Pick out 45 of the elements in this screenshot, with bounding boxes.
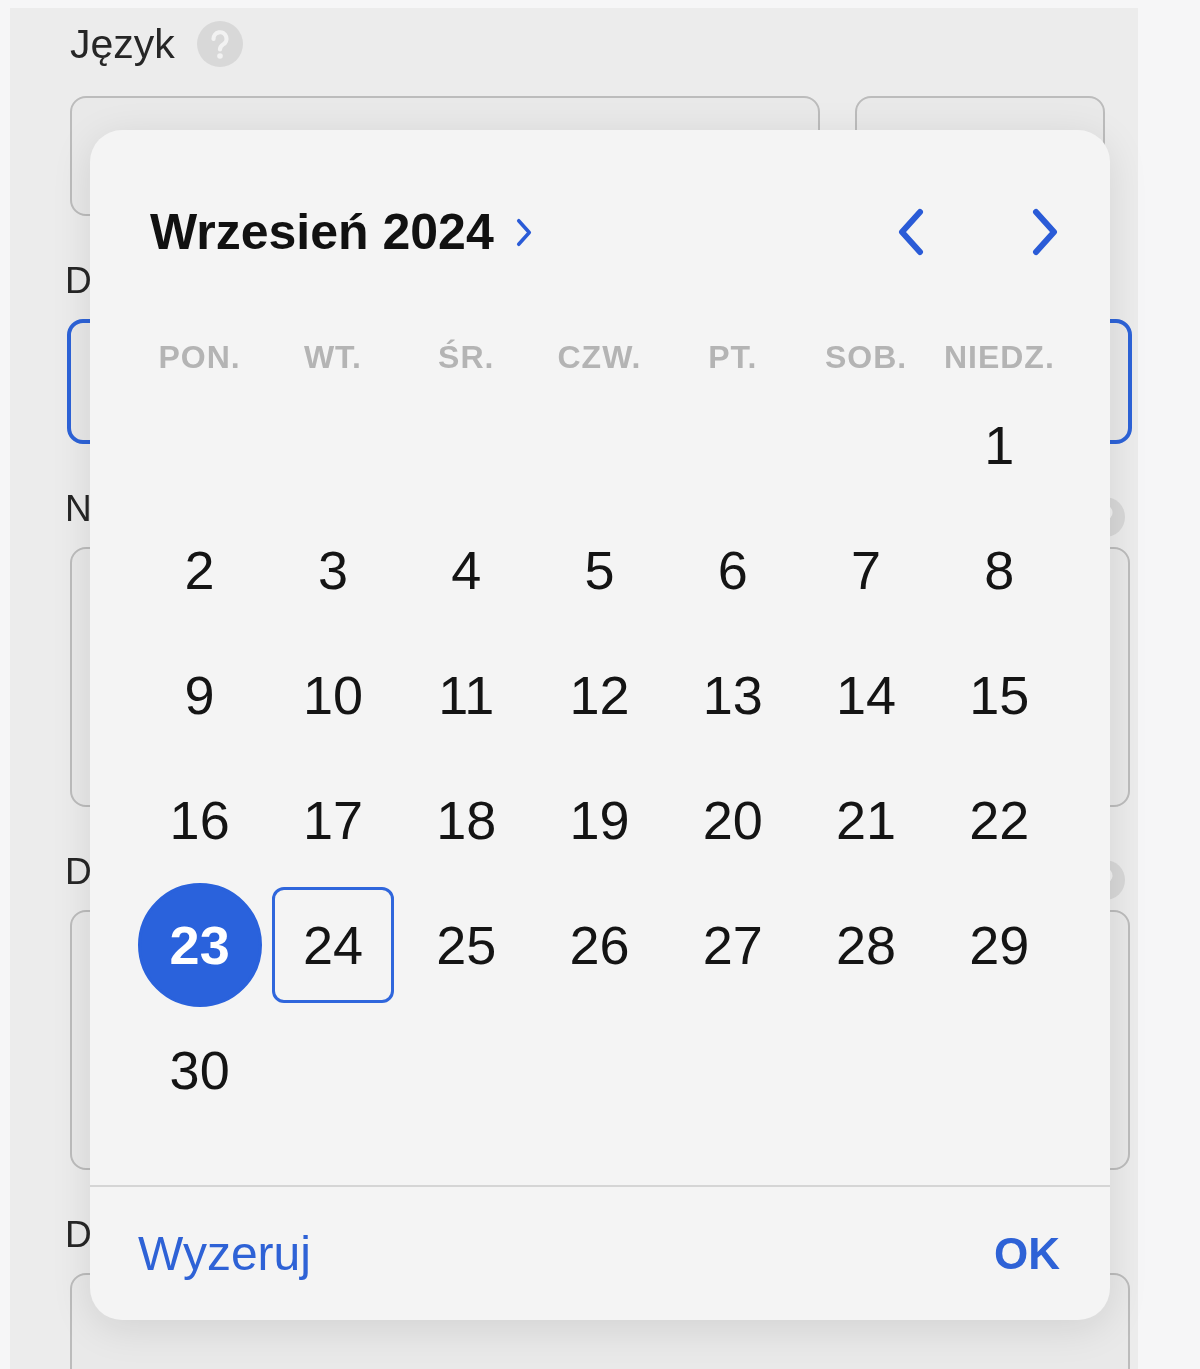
day-button[interactable]: 9 [138,636,261,753]
weekday-label: PON. [158,338,241,376]
day-button[interactable]: 22 [938,761,1061,878]
day-button[interactable]: 25 [405,886,528,1003]
day-button[interactable]: 4 [405,511,528,628]
day-button[interactable]: 30 [138,1011,261,1128]
weekday-label: CZW. [557,338,642,376]
day-button[interactable]: 28 [805,886,928,1003]
day-button[interactable]: 17 [271,761,394,878]
day-button[interactable]: 3 [271,511,394,628]
field-label: N [65,487,92,531]
day-button[interactable]: 23 [137,882,262,1007]
weekday-label: WT. [303,338,362,376]
field-label: D [65,1213,92,1257]
field-label: Język [70,20,175,69]
day-button[interactable]: 21 [805,761,928,878]
day-button[interactable]: 8 [938,511,1061,628]
day-button[interactable]: 2 [138,511,261,628]
day-button[interactable]: 13 [671,636,794,753]
day-button[interactable]: 27 [671,886,794,1003]
day-button[interactable]: 20 [671,761,794,878]
field-label: D [65,259,92,303]
day-button[interactable]: 15 [938,636,1061,753]
day-button[interactable]: 7 [805,511,928,628]
day-button[interactable]: 6 [671,511,794,628]
day-button[interactable]: 18 [405,761,528,878]
weekday-label: SOB. [824,338,908,376]
day-button[interactable]: 14 [805,636,928,753]
weekday-label: PT. [708,338,758,376]
day-button[interactable]: 16 [138,761,261,878]
day-button[interactable]: 11 [405,636,528,753]
reset-button[interactable]: Wyzeruj [138,1226,311,1281]
day-button[interactable]: 24 [271,886,394,1003]
weekday-label: ŚR. [438,338,495,376]
day-button[interactable]: 10 [271,636,394,753]
day-button[interactable]: 19 [538,761,661,878]
day-button[interactable]: 29 [938,886,1061,1003]
month-year-button[interactable]: Wrzesień 2024 [150,203,534,261]
day-button[interactable]: 5 [538,511,661,628]
day-button[interactable]: 12 [538,636,661,753]
day-button[interactable]: 26 [538,886,661,1003]
day-button[interactable]: 1 [938,386,1061,503]
field-label: D [65,850,92,894]
ok-button[interactable]: OK [994,1228,1060,1279]
weekday-label: NIEDZ. [943,338,1055,376]
